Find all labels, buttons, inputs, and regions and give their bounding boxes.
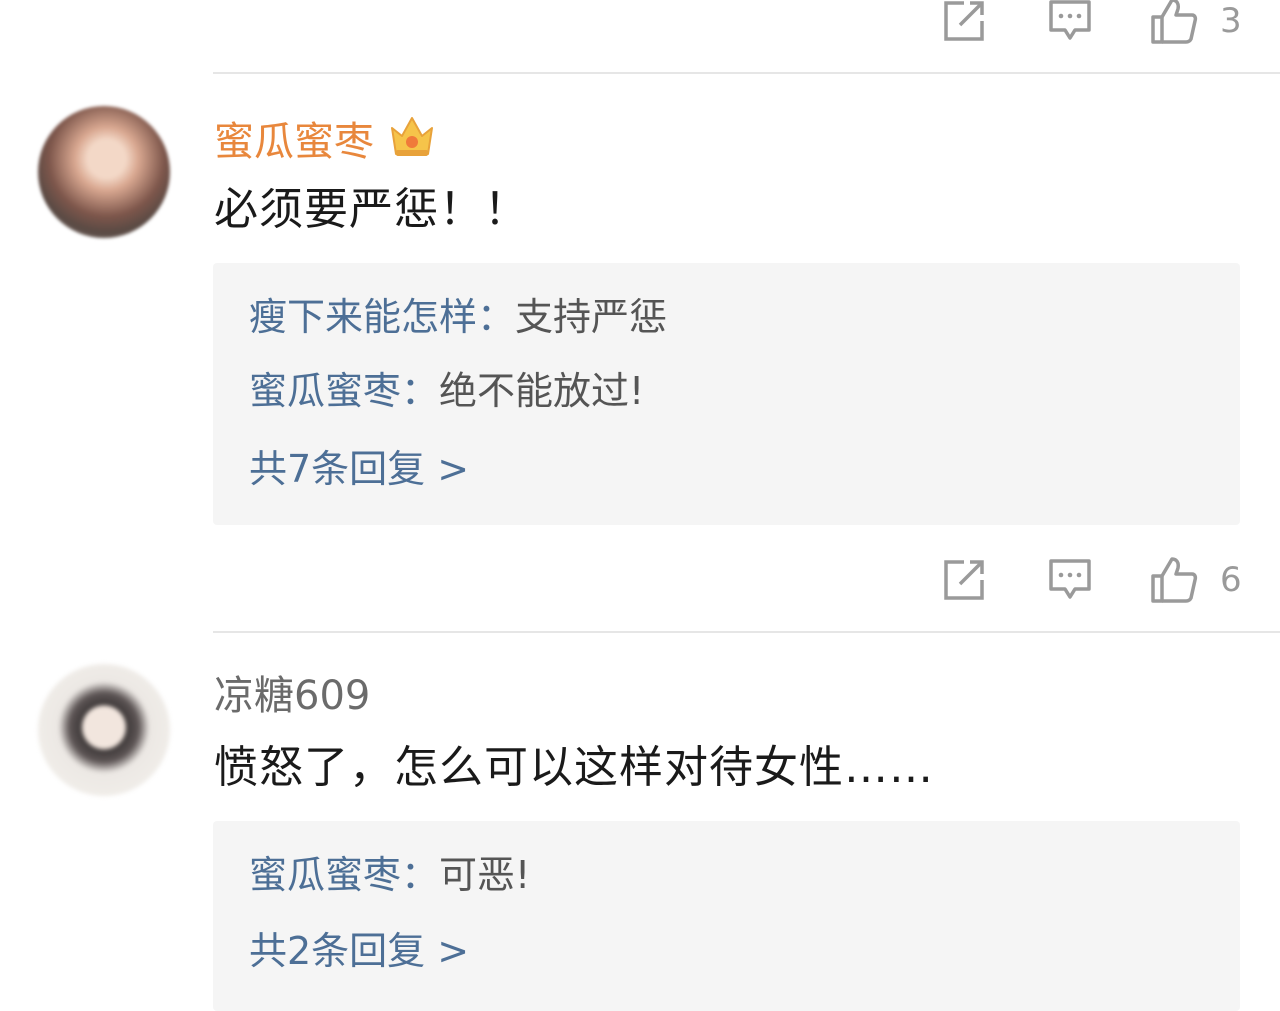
share-button[interactable] [942,555,986,605]
reply-text: 支持严惩 [515,295,668,339]
view-replies-link[interactable]: 共2条回复 > [249,927,469,975]
action-bar: 6 [0,555,1280,605]
view-replies-link[interactable]: 共7条回复 > [249,445,469,493]
reply-username[interactable]: 蜜瓜蜜枣 [249,369,401,413]
reply-text: 绝不能放过! [439,369,645,413]
reply-text: 可恶! [439,853,531,897]
like-count: 3 [1220,1,1242,41]
action-bar-top: 3 [0,0,1280,46]
share-button[interactable] [942,0,986,46]
like-icon [1151,0,1198,44]
like-icon [1151,557,1198,603]
like-count: 6 [1220,560,1242,600]
divider [213,72,1280,74]
comment-username[interactable]: 凉糖609 [214,672,370,720]
reply-item[interactable]: 蜜瓜蜜枣：绝不能放过! [249,367,644,415]
avatar[interactable] [38,664,170,796]
comment-text: 愤怒了，怎么可以这样对待女性…… [214,742,934,793]
comment-icon [1049,559,1091,599]
comment-username[interactable]: 蜜瓜蜜枣 [214,112,436,171]
reply-box: 蜜瓜蜜枣：可恶! 共2条回复 > [213,821,1240,1011]
like-button[interactable]: 6 [1150,555,1242,605]
crown-icon [388,112,436,171]
comment-button[interactable] [1048,0,1092,46]
share-icon [944,1,984,41]
reply-item[interactable]: 瘦下来能怎样：支持严惩 [249,293,667,341]
comment-button[interactable] [1048,555,1092,605]
like-button[interactable]: 3 [1150,0,1242,46]
reply-username[interactable]: 蜜瓜蜜枣 [249,853,401,897]
avatar[interactable] [38,106,170,238]
comment-text: 必须要严惩！！ [214,184,529,235]
divider [213,631,1280,633]
share-icon [944,560,984,600]
comment-icon [1049,0,1091,40]
reply-box: 瘦下来能怎样：支持严惩 蜜瓜蜜枣：绝不能放过! 共7条回复 > [213,263,1240,525]
reply-username[interactable]: 瘦下来能怎样 [249,295,477,339]
reply-item[interactable]: 蜜瓜蜜枣：可恶! [249,851,530,899]
